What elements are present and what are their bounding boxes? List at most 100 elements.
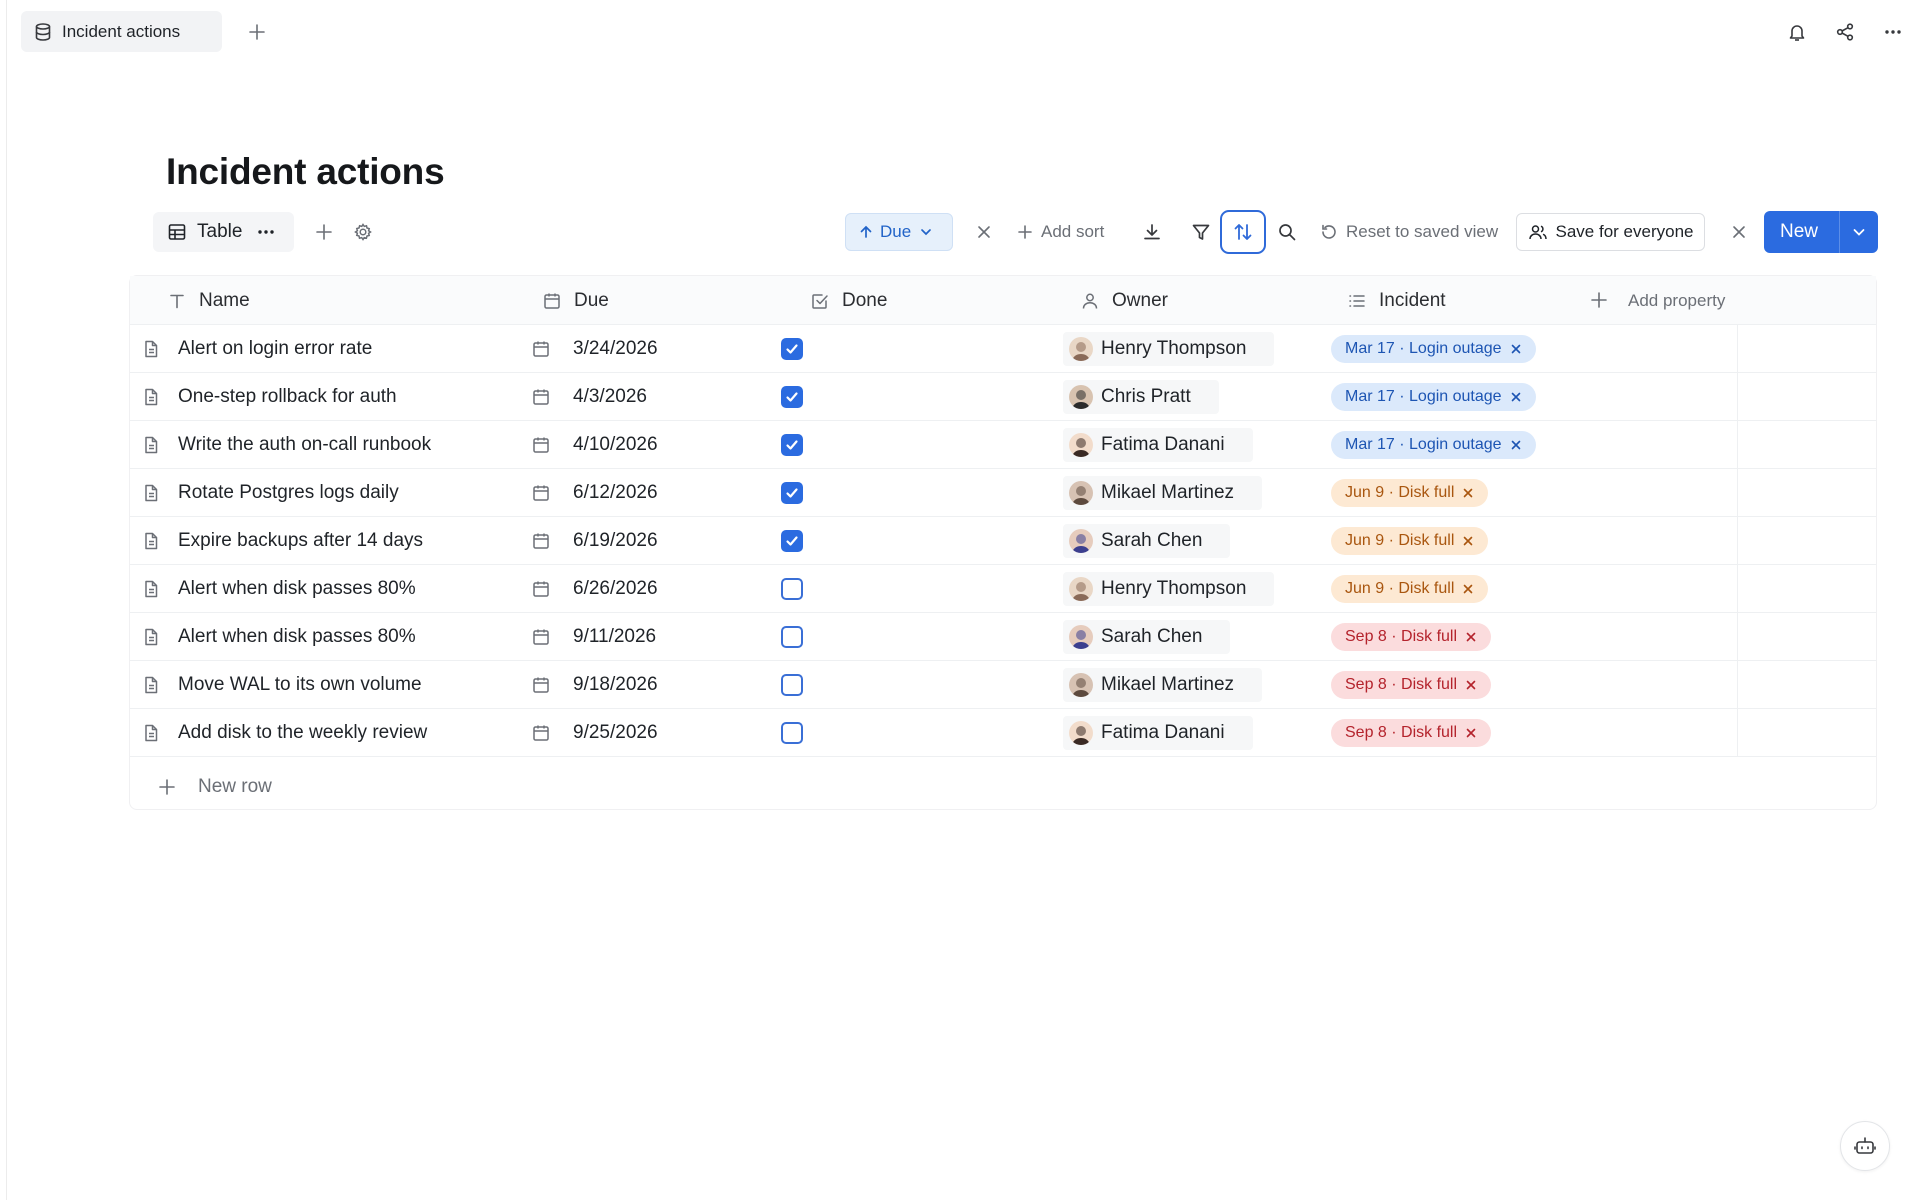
table-row[interactable]: Add disk to the weekly review 9/25/2026 Fa… bbox=[130, 709, 1876, 757]
row-name[interactable]: Alert when disk passes 80% bbox=[178, 565, 416, 613]
column-header-due[interactable]: Due bbox=[542, 276, 609, 325]
row-document-icon[interactable] bbox=[141, 661, 161, 709]
row-owner[interactable]: Fatima Danani bbox=[1063, 421, 1253, 469]
owner-chip[interactable]: Sarah Chen bbox=[1063, 524, 1231, 558]
row-owner[interactable]: Mikael Martinez bbox=[1063, 661, 1263, 709]
row-due[interactable]: 6/26/2026 bbox=[573, 565, 658, 613]
table-row[interactable]: Move WAL to its own volume 9/18/2026 Mikae… bbox=[130, 661, 1876, 709]
row-name[interactable]: Write the auth on-call runbook bbox=[178, 421, 431, 469]
row-document-icon[interactable] bbox=[141, 469, 161, 517]
row-document-icon[interactable] bbox=[141, 613, 161, 661]
done-checkbox[interactable] bbox=[781, 578, 803, 600]
close-icon[interactable] bbox=[1462, 487, 1474, 499]
column-header-owner[interactable]: Owner bbox=[1080, 276, 1168, 325]
done-checkbox[interactable] bbox=[781, 434, 803, 456]
row-due[interactable]: 6/19/2026 bbox=[573, 517, 658, 565]
row-due[interactable]: 4/3/2026 bbox=[573, 373, 647, 421]
new-button[interactable]: New bbox=[1764, 211, 1878, 253]
close-icon[interactable] bbox=[1465, 727, 1477, 739]
owner-chip[interactable]: Fatima Danani bbox=[1063, 428, 1253, 462]
search-icon[interactable] bbox=[1273, 218, 1301, 246]
sort-chip-due[interactable]: Due bbox=[845, 213, 953, 251]
row-document-icon[interactable] bbox=[141, 565, 161, 613]
owner-chip[interactable]: Chris Pratt bbox=[1063, 380, 1219, 414]
row-owner[interactable]: Chris Pratt bbox=[1063, 373, 1219, 421]
column-header-name[interactable]: Name bbox=[167, 276, 250, 325]
reset-view-button[interactable]: Reset to saved view bbox=[1320, 218, 1498, 246]
table-row[interactable]: Rotate Postgres logs daily 6/12/2026 Mikae… bbox=[130, 469, 1876, 517]
add-tab-button[interactable] bbox=[242, 17, 272, 47]
row-name[interactable]: Expire backups after 14 days bbox=[178, 517, 423, 565]
row-document-icon[interactable] bbox=[141, 325, 161, 373]
row-owner[interactable]: Fatima Danani bbox=[1063, 709, 1253, 757]
row-calendar[interactable] bbox=[531, 325, 551, 373]
row-owner[interactable]: Henry Thompson bbox=[1063, 325, 1275, 373]
done-checkbox[interactable] bbox=[781, 386, 803, 408]
row-owner[interactable]: Mikael Martinez bbox=[1063, 469, 1263, 517]
incident-tag[interactable]: Sep 8 · Disk full bbox=[1331, 671, 1492, 699]
view-options-icon[interactable] bbox=[256, 222, 276, 242]
table-row[interactable]: Alert when disk passes 80% 9/11/2026 Sarah… bbox=[130, 613, 1876, 661]
table-row[interactable]: Alert on login error rate 3/24/2026 Henry … bbox=[130, 325, 1876, 373]
new-row-button[interactable]: New row bbox=[158, 769, 272, 805]
row-name[interactable]: Move WAL to its own volume bbox=[178, 661, 422, 709]
row-owner[interactable]: Sarah Chen bbox=[1063, 613, 1231, 661]
close-icon[interactable] bbox=[1462, 583, 1474, 595]
incident-tag[interactable]: Sep 8 · Disk full bbox=[1331, 719, 1492, 747]
save-for-everyone-button[interactable]: Save for everyone bbox=[1516, 213, 1705, 251]
close-icon[interactable] bbox=[1462, 535, 1474, 547]
view-tab-table[interactable]: Table bbox=[153, 212, 294, 252]
table-row[interactable]: Alert when disk passes 80% 6/26/2026 Henry… bbox=[130, 565, 1876, 613]
row-name[interactable]: One-step rollback for auth bbox=[178, 373, 397, 421]
add-view-button[interactable] bbox=[310, 218, 338, 246]
done-checkbox[interactable] bbox=[781, 530, 803, 552]
incident-tag[interactable]: Jun 9 · Disk full bbox=[1331, 575, 1489, 603]
incident-tag[interactable]: Mar 17 · Login outage bbox=[1331, 431, 1536, 459]
incident-tag[interactable]: Mar 17 · Login outage bbox=[1331, 383, 1536, 411]
row-calendar[interactable] bbox=[531, 421, 551, 469]
row-due[interactable]: 9/11/2026 bbox=[573, 613, 656, 661]
row-calendar[interactable] bbox=[531, 661, 551, 709]
close-icon[interactable] bbox=[1465, 631, 1477, 643]
add-property-button[interactable]: Add property bbox=[1590, 276, 1725, 325]
incident-tag[interactable]: Mar 17 · Login outage bbox=[1331, 335, 1536, 363]
owner-chip[interactable]: Mikael Martinez bbox=[1063, 668, 1263, 702]
chevron-down-icon[interactable] bbox=[1840, 224, 1878, 240]
settings-icon[interactable] bbox=[349, 218, 377, 246]
done-checkbox[interactable] bbox=[781, 338, 803, 360]
row-name[interactable]: Add disk to the weekly review bbox=[178, 709, 427, 757]
row-calendar[interactable] bbox=[531, 469, 551, 517]
done-checkbox[interactable] bbox=[781, 722, 803, 744]
column-header-incident[interactable]: Incident bbox=[1347, 276, 1446, 325]
owner-chip[interactable]: Mikael Martinez bbox=[1063, 476, 1263, 510]
row-document-icon[interactable] bbox=[141, 373, 161, 421]
row-document-icon[interactable] bbox=[141, 709, 161, 757]
close-view-changes-button[interactable] bbox=[1725, 218, 1753, 246]
share-icon[interactable] bbox=[1832, 19, 1858, 45]
owner-chip[interactable]: Henry Thompson bbox=[1063, 332, 1275, 366]
row-due[interactable]: 6/12/2026 bbox=[573, 469, 658, 517]
row-calendar[interactable] bbox=[531, 709, 551, 757]
column-header-done[interactable]: Done bbox=[810, 276, 887, 325]
close-icon[interactable] bbox=[1510, 391, 1522, 403]
close-icon[interactable] bbox=[1510, 439, 1522, 451]
more-icon[interactable] bbox=[1880, 19, 1906, 45]
incident-tag[interactable]: Jun 9 · Disk full bbox=[1331, 527, 1489, 555]
done-checkbox[interactable] bbox=[781, 482, 803, 504]
row-calendar[interactable] bbox=[531, 613, 551, 661]
row-calendar[interactable] bbox=[531, 565, 551, 613]
row-name[interactable]: Alert on login error rate bbox=[178, 325, 372, 373]
table-row[interactable]: Write the auth on-call runbook 4/10/2026 F… bbox=[130, 421, 1876, 469]
row-due[interactable]: 9/18/2026 bbox=[573, 661, 658, 709]
row-due[interactable]: 9/25/2026 bbox=[573, 709, 658, 757]
row-owner[interactable]: Henry Thompson bbox=[1063, 565, 1275, 613]
close-icon[interactable] bbox=[1465, 679, 1477, 691]
add-sort-button[interactable]: Add sort bbox=[1017, 218, 1104, 246]
tab-incident-actions[interactable]: Incident actions bbox=[21, 11, 222, 52]
remove-sort-button[interactable] bbox=[970, 218, 998, 246]
bell-icon[interactable] bbox=[1784, 19, 1810, 45]
owner-chip[interactable]: Fatima Danani bbox=[1063, 716, 1253, 750]
table-row[interactable]: Expire backups after 14 days 6/19/2026 Sar… bbox=[130, 517, 1876, 565]
download-icon[interactable] bbox=[1138, 218, 1166, 246]
row-document-icon[interactable] bbox=[141, 517, 161, 565]
